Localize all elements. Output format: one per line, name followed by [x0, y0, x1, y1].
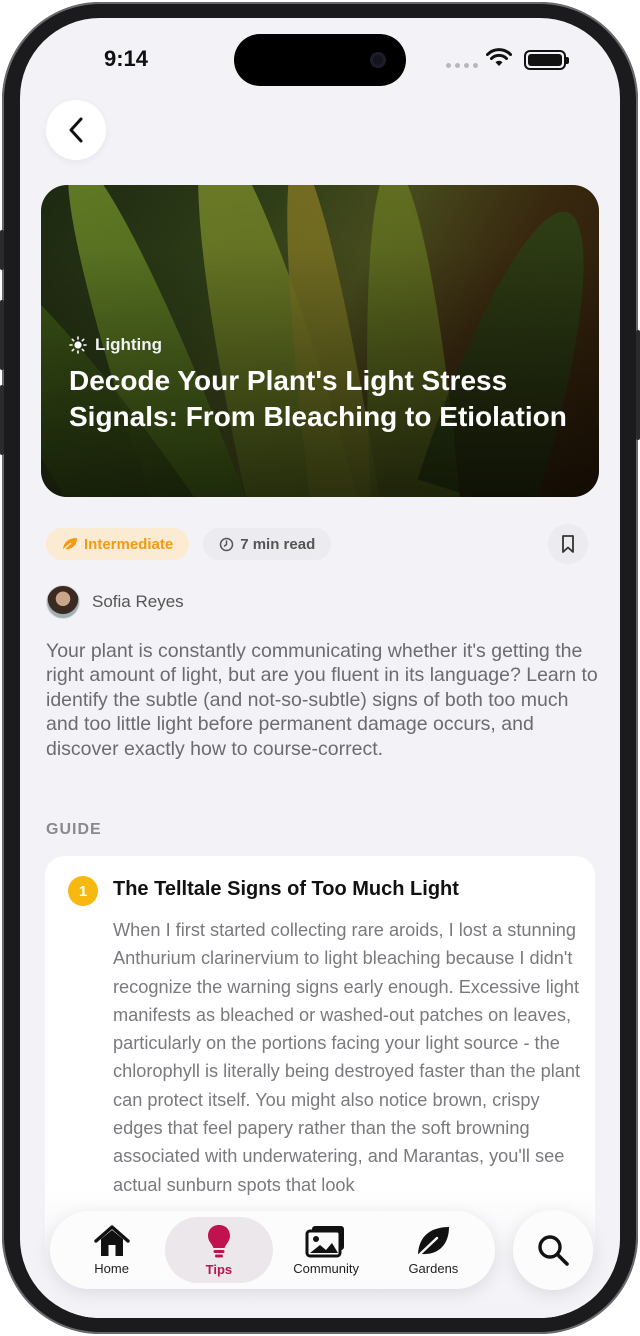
- side-button: [636, 330, 640, 440]
- step-title: The Telltale Signs of Too Much Light: [113, 878, 459, 900]
- tab-home[interactable]: Home: [58, 1217, 165, 1283]
- home-icon: [93, 1225, 130, 1256]
- read-time-label: 7 min read: [240, 535, 316, 553]
- article-meta: Intermediate 7 min read: [46, 528, 332, 560]
- clock-icon: [219, 537, 234, 551]
- search-icon: [538, 1235, 569, 1266]
- photos-icon: [305, 1226, 345, 1258]
- status-time: 9:14: [104, 46, 149, 71]
- dynamic-island: [234, 34, 406, 86]
- section-label: GUIDE: [46, 821, 102, 838]
- chevron-left-icon: [69, 117, 83, 143]
- level-badge: Intermediate: [46, 528, 190, 560]
- tab-home-label: Home: [94, 1261, 129, 1276]
- step-number: 1: [68, 876, 98, 906]
- tab-community-label: Community: [293, 1261, 359, 1276]
- author-row[interactable]: Sofia Reyes: [46, 585, 184, 619]
- lightbulb-icon: [207, 1225, 230, 1258]
- bookmark-icon: [562, 535, 574, 553]
- tab-tips[interactable]: Tips: [165, 1217, 273, 1283]
- screen: 9:14 Lighting Decode Your Plant's Light …: [20, 18, 620, 1318]
- avatar: [46, 585, 80, 619]
- side-button: [0, 300, 4, 370]
- tab-community[interactable]: Community: [273, 1217, 380, 1283]
- tab-gardens[interactable]: Gardens: [380, 1217, 487, 1283]
- tab-gardens-label: Gardens: [408, 1261, 459, 1276]
- step-body: When I first started collecting rare aro…: [113, 920, 581, 1195]
- battery-icon: [524, 50, 569, 70]
- camera-icon: [370, 52, 386, 68]
- bookmark-button[interactable]: [548, 524, 588, 564]
- side-button: [0, 230, 4, 270]
- hero-category-label: Lighting: [95, 335, 163, 354]
- sun-icon: [69, 336, 87, 354]
- side-button: [0, 385, 4, 455]
- intro-text: Your plant is constantly communicating w…: [46, 640, 598, 760]
- search-button[interactable]: [513, 1210, 593, 1290]
- author-name: Sofia Reyes: [92, 592, 184, 611]
- leaf-icon: [417, 1227, 450, 1258]
- tab-bar: Home Tips Community Gardens: [50, 1211, 495, 1289]
- wifi-icon: [486, 48, 512, 66]
- signal-icon: [446, 63, 478, 68]
- level-label: Intermediate: [84, 535, 174, 553]
- hero-image: Lighting Decode Your Plant's Light Stres…: [41, 185, 599, 497]
- read-time-badge: 7 min read: [203, 528, 332, 560]
- leaf-icon: [62, 538, 77, 551]
- back-button[interactable]: [46, 100, 106, 160]
- tab-tips-label: Tips: [205, 1262, 233, 1277]
- page-title: Decode Your Plant's Light Stress Signals…: [69, 365, 567, 432]
- hero-category: Lighting: [69, 335, 162, 355]
